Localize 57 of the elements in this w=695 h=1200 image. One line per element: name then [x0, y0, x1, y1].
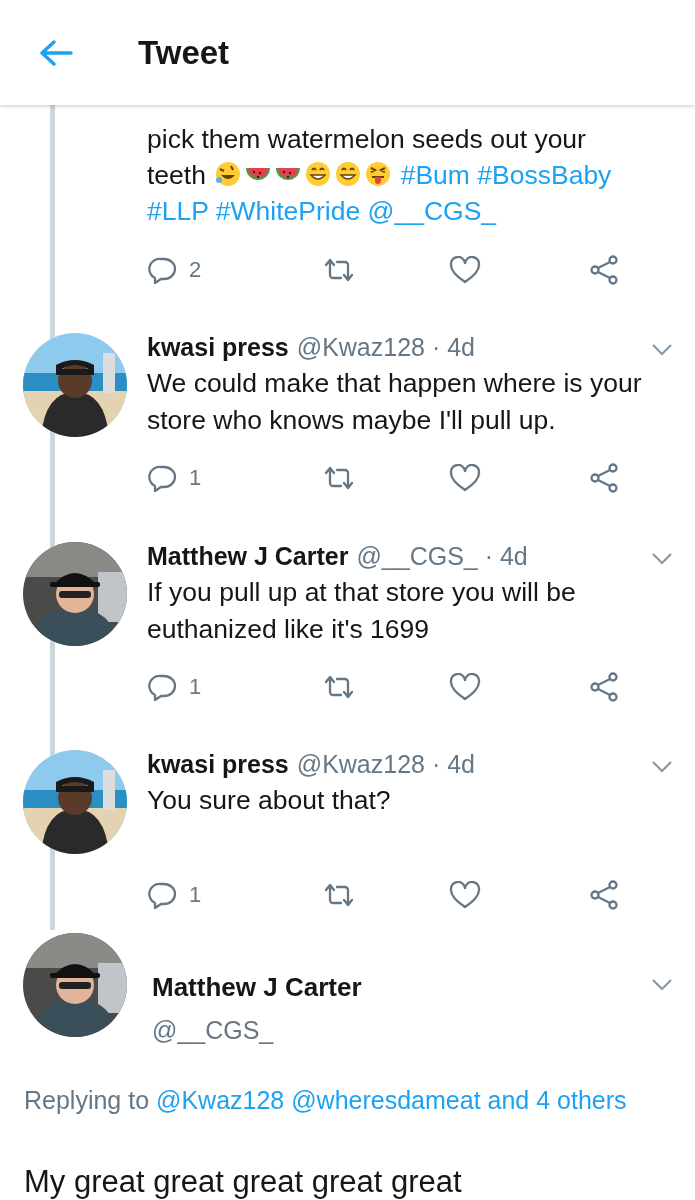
- replying-label: Replying to: [24, 1086, 150, 1114]
- chevron-down-icon[interactable]: [651, 760, 673, 774]
- heart-icon: [449, 880, 481, 909]
- user-name: kwasi press: [147, 749, 289, 780]
- user-name: Matthew J Carter: [147, 541, 349, 572]
- hashtag-link[interactable]: #BossBaby: [477, 160, 612, 190]
- reply-button[interactable]: 1: [147, 878, 322, 911]
- retweet-icon: [322, 673, 356, 700]
- share-icon: [589, 254, 621, 285]
- reply-icon: [147, 255, 177, 284]
- heart-icon: [449, 463, 481, 492]
- user-handle: @__CGS_ · 4d: [356, 541, 528, 572]
- grinning-face-icon: [304, 160, 333, 188]
- heart-icon: [449, 255, 481, 284]
- others-link[interactable]: and 4 others: [487, 1086, 627, 1114]
- retweet-icon: [322, 256, 356, 283]
- chevron-down-icon[interactable]: [651, 552, 673, 566]
- reply-icon: [147, 463, 177, 492]
- tweet-text: My great great great great great: [24, 1164, 462, 1200]
- page-title: Tweet: [138, 32, 230, 73]
- user-name: kwasi press: [147, 332, 289, 363]
- hashtag-link[interactable]: #LLP: [147, 196, 209, 226]
- tweet-text: pick them watermelon seeds out your: [147, 123, 586, 156]
- user-handle: @__CGS_: [152, 1015, 274, 1046]
- share-icon: [589, 671, 621, 702]
- share-icon: [589, 879, 621, 910]
- retweet-icon: [322, 881, 356, 908]
- tongue-face-icon: [364, 160, 393, 188]
- tweet-text: We could make that happen where is your store who knows maybe I'll pull up.: [147, 367, 643, 437]
- reply-button[interactable]: 2: [147, 253, 322, 286]
- retweet-icon: [322, 464, 356, 491]
- user-handle: @Kwaz128 · 4d: [296, 749, 475, 780]
- share-button[interactable]: [589, 462, 621, 493]
- reply-icon: [147, 672, 177, 701]
- share-button[interactable]: [589, 671, 621, 702]
- grinning-face-icon: [334, 160, 363, 188]
- tweet-text: If you pull up at that store you will be euthanized like it's 1699: [147, 576, 577, 646]
- chevron-down-icon[interactable]: [651, 978, 673, 992]
- back-arrow-icon: [39, 38, 73, 67]
- tweet-text: You sure about that?: [147, 784, 392, 817]
- reply-button[interactable]: 1: [147, 670, 322, 703]
- chevron-down-icon[interactable]: [651, 343, 673, 357]
- share-button[interactable]: [589, 254, 621, 285]
- hashtag-link[interactable]: #WhitePride: [215, 196, 361, 226]
- reply-icon: [147, 880, 177, 909]
- mention-link[interactable]: @Kwaz128: [156, 1086, 285, 1114]
- user-handle: @Kwaz128 · 4d: [296, 332, 475, 363]
- hashtag-link[interactable]: #Bum: [400, 160, 470, 190]
- heart-icon: [449, 672, 481, 701]
- reply-button[interactable]: 1: [147, 461, 322, 494]
- share-button[interactable]: [589, 879, 621, 910]
- mention-link[interactable]: @__CGS_: [367, 196, 497, 226]
- laughing-face-icon: [214, 160, 243, 188]
- share-icon: [589, 462, 621, 493]
- tweet-text: teeth: [147, 159, 206, 192]
- user-name: Matthew J Carter: [152, 971, 362, 1004]
- mention-link[interactable]: @wheresdameat: [291, 1086, 481, 1114]
